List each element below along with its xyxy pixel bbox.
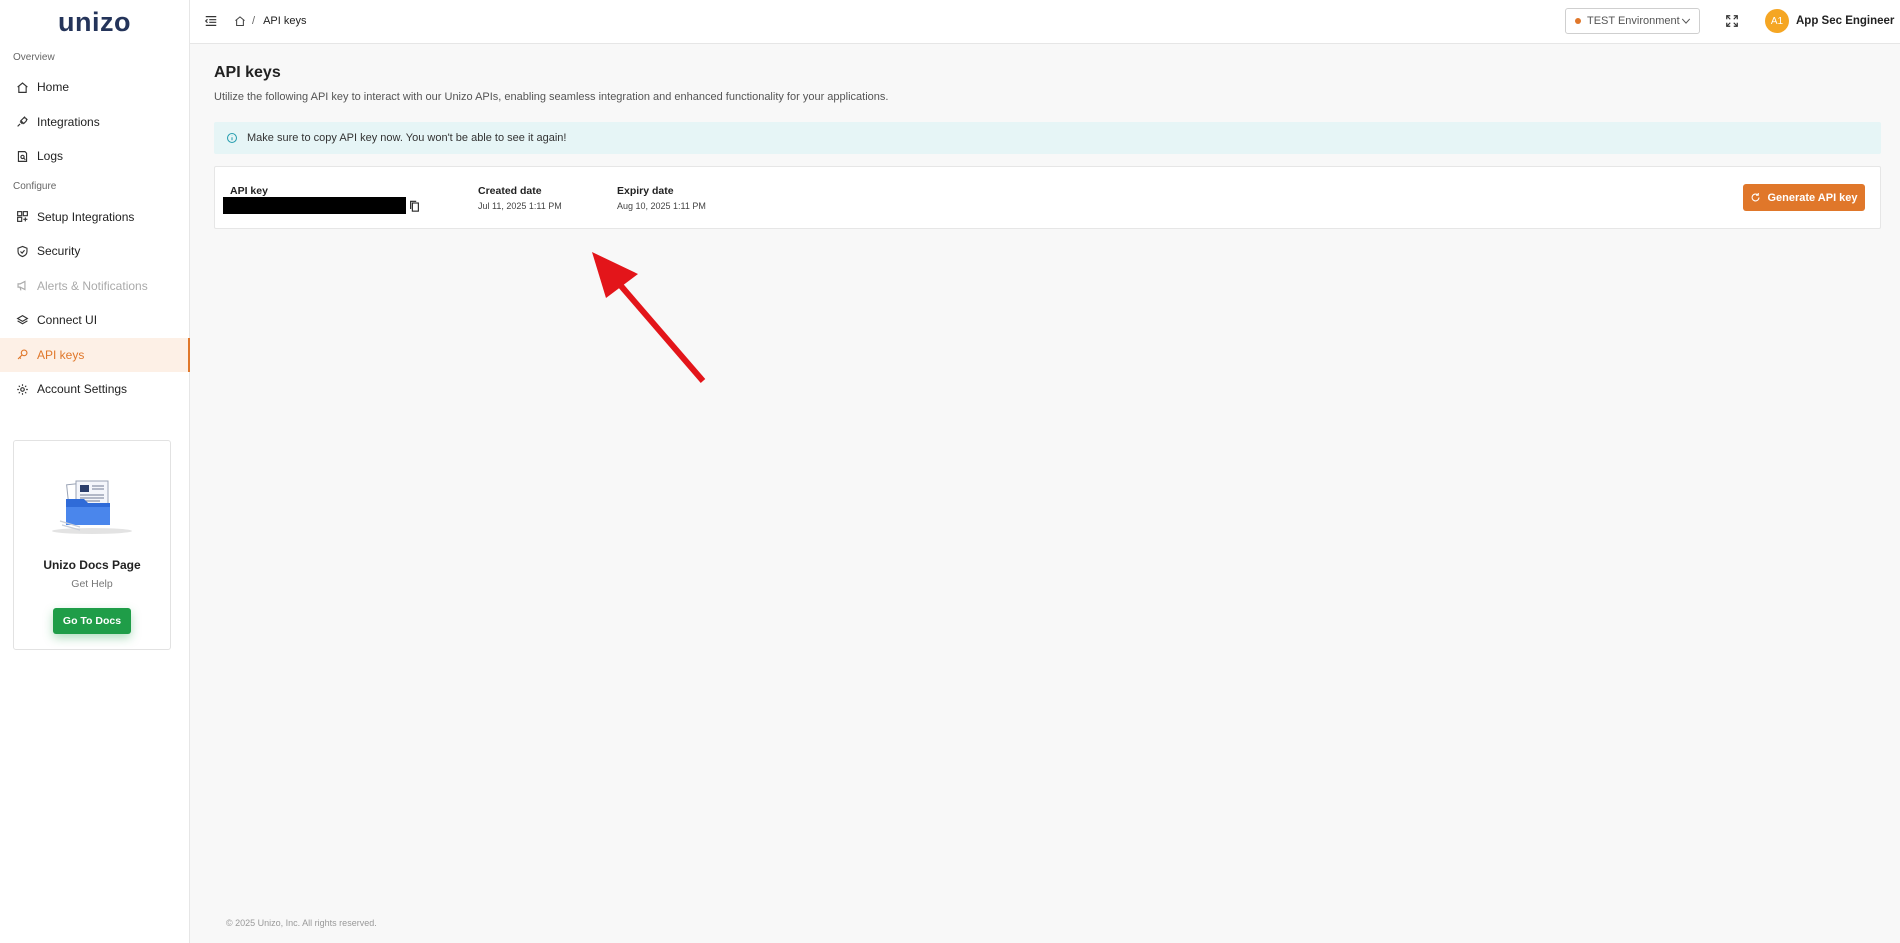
expiry-date-label: Expiry date [617, 185, 674, 197]
key-icon [15, 348, 29, 362]
logs-icon [15, 149, 29, 163]
chevron-down-icon [1681, 18, 1691, 24]
sidebar-item-home[interactable]: Home [0, 70, 189, 105]
sidebar-item-alerts-notifications[interactable]: Alerts & Notifications [0, 269, 189, 304]
api-key-label: API key [230, 185, 268, 197]
copy-icon[interactable] [409, 200, 420, 212]
breadcrumb-current: API keys [263, 15, 307, 27]
home-icon [15, 80, 29, 94]
menu-toggle-icon[interactable] [204, 14, 218, 28]
main-content: API keys Utilize the following API key t… [190, 44, 1900, 943]
environment-select-value: TEST Environment [1587, 15, 1680, 27]
created-date-value: Jul 11, 2025 1:11 PM [478, 201, 562, 211]
sidebar-item-label: Connect UI [37, 313, 98, 328]
created-date-column: Created date Jul 11, 2025 1:11 PM [478, 185, 562, 211]
breadcrumb: / API keys [234, 0, 306, 42]
sidebar-item-label: Integrations [37, 114, 100, 129]
apps-icon [15, 210, 29, 224]
environment-status-dot [1575, 18, 1581, 24]
unizo-logo[interactable]: unizo [0, 0, 189, 44]
sidebar-item-label: Setup Integrations [37, 209, 135, 224]
layers-icon [15, 313, 29, 327]
megaphone-icon [15, 279, 29, 293]
footer-copyright: © 2025 Unizo, Inc. All rights reserved. [226, 918, 377, 928]
shield-icon [15, 244, 29, 258]
breadcrumb-home-icon[interactable] [234, 15, 246, 27]
section-label-configure: Configure [13, 181, 57, 192]
page-description: Utilize the following API key to interac… [214, 91, 889, 103]
sidebar-item-label: Alerts & Notifications [37, 278, 148, 293]
docs-card-subtitle: Get Help [71, 578, 113, 590]
avatar[interactable]: A1 [1765, 9, 1789, 33]
sidebar: unizo Overview Home Integrations Logs Co… [0, 0, 190, 943]
sidebar-item-label: Security [37, 244, 81, 259]
folder-documents-illustration [52, 480, 132, 534]
gear-icon [15, 382, 29, 396]
copy-warning-alert: Make sure to copy API key now. You won't… [214, 122, 1881, 154]
sidebar-item-connect-ui[interactable]: Connect UI [0, 303, 189, 338]
sidebar-item-setup-integrations[interactable]: Setup Integrations [0, 200, 189, 235]
sidebar-item-account-settings[interactable]: Account Settings [0, 372, 189, 407]
sidebar-item-label: API keys [37, 347, 85, 362]
user-name[interactable]: App Sec Engineer [1796, 0, 1894, 42]
sidebar-item-label: Account Settings [37, 382, 128, 397]
annotation-arrow [592, 252, 706, 383]
expiry-date-value: Aug 10, 2025 1:11 PM [617, 201, 706, 211]
docs-card-title: Unizo Docs Page [43, 558, 141, 572]
environment-select[interactable]: TEST Environment [1565, 8, 1700, 34]
sidebar-item-label: Logs [37, 149, 64, 164]
top-bar: / API keys TEST Environment A1 App Sec E… [190, 0, 1900, 44]
generate-api-key-button[interactable]: Generate API key [1743, 184, 1865, 211]
docs-card: Unizo Docs Page Get Help Go To Docs [13, 440, 171, 650]
alert-text: Make sure to copy API key now. You won't… [247, 132, 567, 144]
api-key-value-redacted[interactable] [223, 197, 406, 214]
api-key-card: API key Created date Jul 11, 2025 1:11 P… [214, 166, 1881, 229]
created-date-label: Created date [478, 185, 542, 197]
sidebar-item-logs[interactable]: Logs [0, 139, 189, 174]
breadcrumb-separator: / [252, 15, 256, 27]
page-title: API keys [214, 64, 281, 81]
expiry-date-column: Expiry date Aug 10, 2025 1:11 PM [617, 185, 706, 211]
go-to-docs-button[interactable]: Go To Docs [53, 608, 131, 634]
fullscreen-icon[interactable] [1725, 14, 1739, 28]
sidebar-item-label: Home [37, 80, 70, 95]
refresh-icon [1752, 193, 1760, 202]
section-label-overview: Overview [13, 51, 55, 63]
generate-api-key-label: Generate API key [1767, 191, 1858, 204]
sidebar-item-integrations[interactable]: Integrations [0, 105, 189, 140]
sidebar-item-api-keys[interactable]: API keys [0, 337, 190, 372]
plug-icon [15, 115, 29, 129]
info-icon [226, 132, 238, 144]
sidebar-item-security[interactable]: Security [0, 234, 189, 269]
